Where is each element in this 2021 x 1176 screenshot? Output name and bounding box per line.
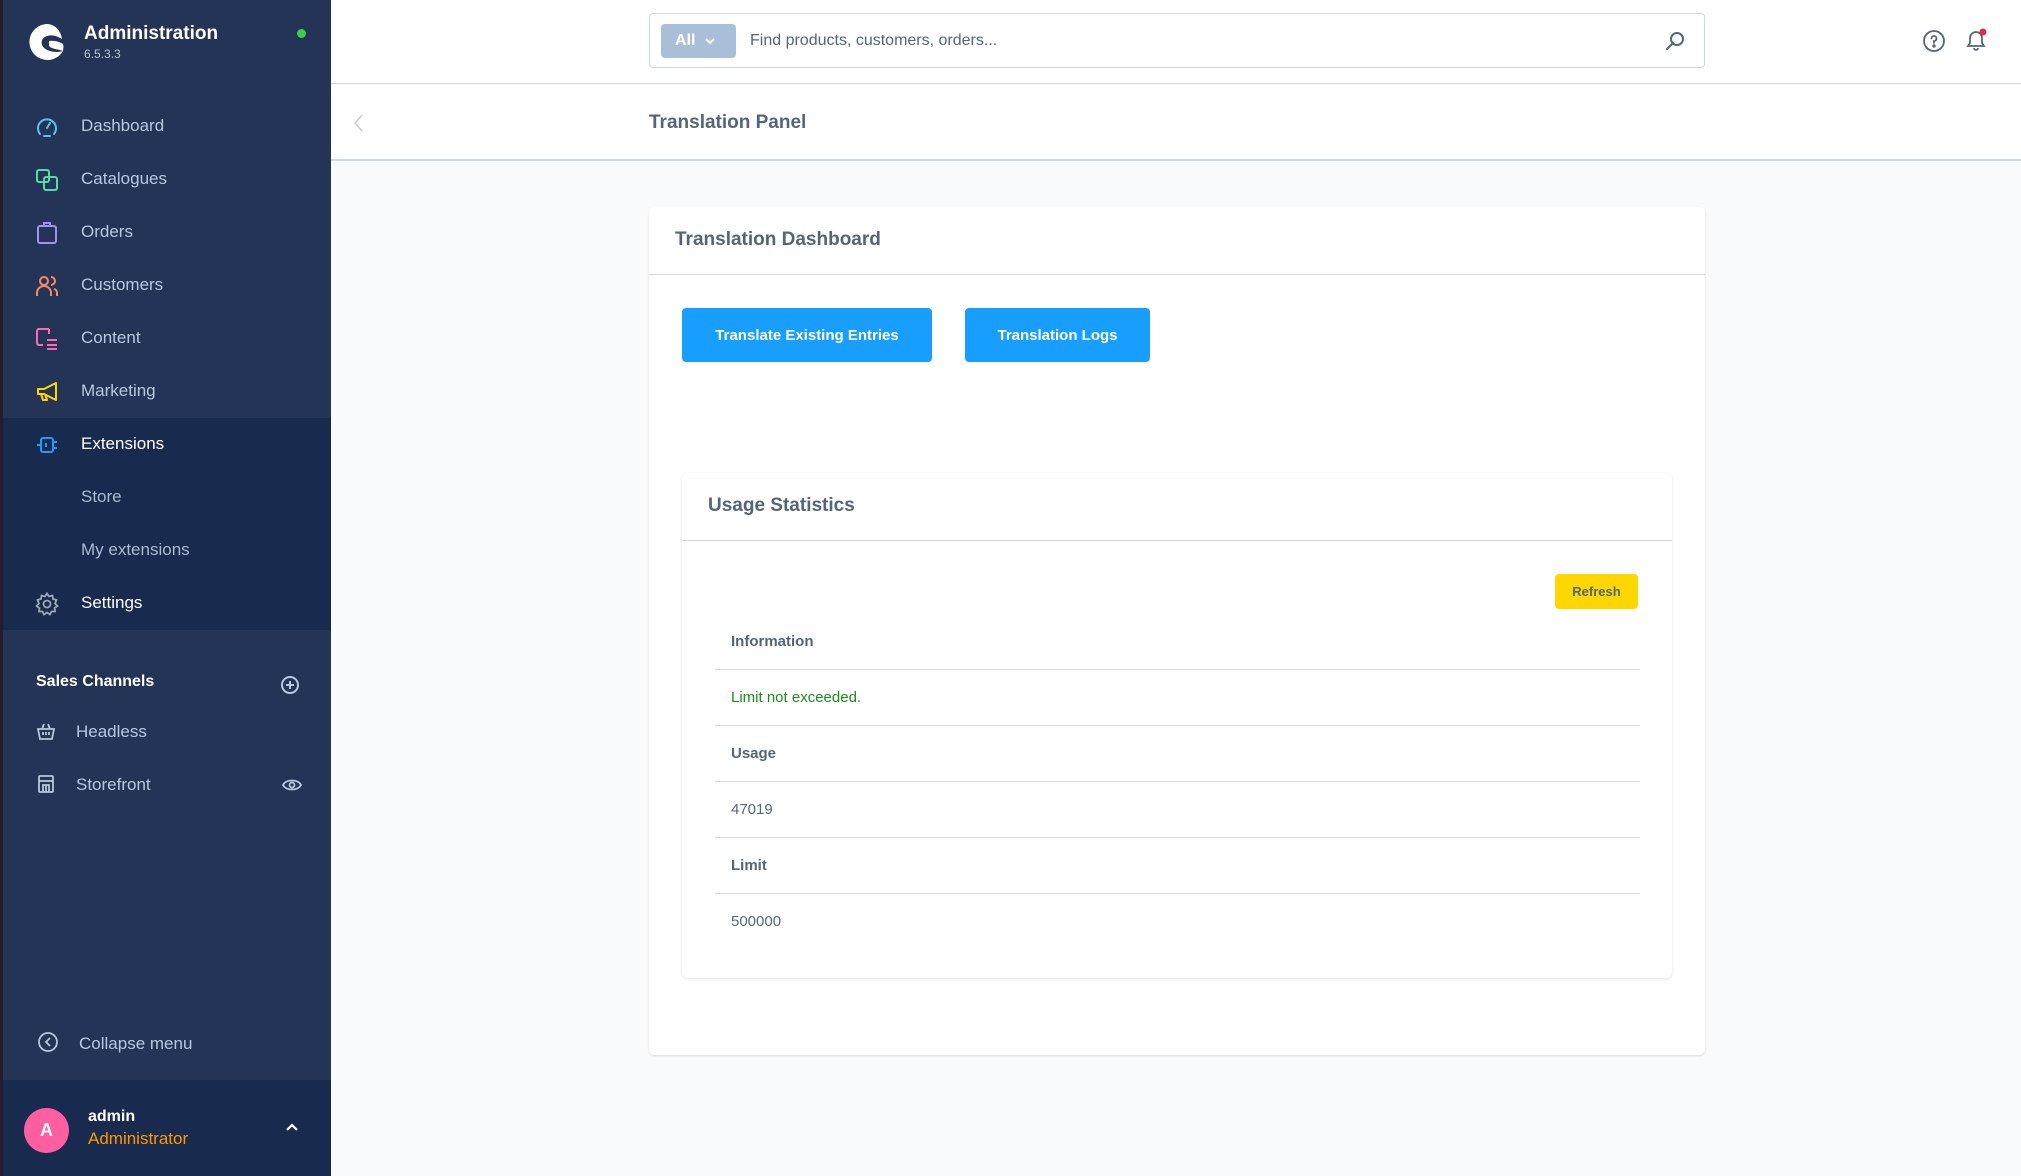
sidebar: Administration 6.5.3.3 Dashboard Catalog… <box>0 0 331 1176</box>
help-icon[interactable] <box>1922 29 1946 53</box>
sidebar-item-content[interactable]: Content <box>3 312 331 365</box>
sidebar-item-my-extensions[interactable]: My extensions <box>3 524 331 577</box>
extensions-icon <box>37 437 57 453</box>
stat-row: 47019 <box>715 782 1640 838</box>
eye-icon[interactable] <box>282 777 302 793</box>
sidebar-item-label: Orders <box>81 222 133 241</box>
translation-dashboard-card: Translation Dashboard Translate Existing… <box>649 207 1705 1055</box>
sidebar-item-dashboard[interactable]: Dashboard <box>3 100 331 153</box>
sales-channel-label: Headless <box>76 722 147 741</box>
page-title: Translation Panel <box>649 112 807 133</box>
stat-row: Information <box>715 614 1640 670</box>
card-header: Translation Dashboard <box>649 207 1705 275</box>
catalogues-icon <box>36 169 58 191</box>
main-nav: Dashboard Catalogues Orders Customers Co… <box>3 100 331 630</box>
notifications-bell-icon[interactable] <box>1963 27 1989 53</box>
search-icon[interactable] <box>1664 30 1686 52</box>
stat-row: 500000 <box>715 894 1640 950</box>
sales-channel-label: Storefront <box>76 775 151 794</box>
orders-icon <box>37 222 57 244</box>
chevron-left-circle-icon <box>38 1032 58 1052</box>
search-type-select[interactable]: All <box>661 24 736 58</box>
search-input[interactable] <box>750 26 1630 56</box>
usage-value: 47019 <box>731 801 773 818</box>
global-search: All <box>649 13 1705 68</box>
sidebar-item-label: Marketing <box>81 381 156 400</box>
dashboard-icon <box>37 118 57 137</box>
storefront-icon <box>38 775 54 793</box>
sidebar-item-label: My extensions <box>81 540 190 559</box>
sidebar-item-settings[interactable]: Settings <box>3 577 331 630</box>
user-name: admin <box>88 1108 136 1125</box>
sidebar-item-catalogues[interactable]: Catalogues <box>3 153 331 206</box>
status-indicator <box>297 29 306 38</box>
sidebar-item-label: Settings <box>81 593 143 612</box>
content-icon <box>36 328 57 350</box>
brand: Administration 6.5.3.3 <box>3 0 331 100</box>
translate-existing-entries-button[interactable]: Translate Existing Entries <box>682 308 932 362</box>
sidebar-item-marketing[interactable]: Marketing <box>3 365 331 418</box>
usage-card-title: Usage Statistics <box>708 495 855 516</box>
settings-icon <box>35 592 59 616</box>
chevron-down-icon <box>705 38 716 45</box>
customers-icon <box>36 276 58 296</box>
stat-row: Limit not exceeded. <box>715 670 1640 726</box>
chevron-up-icon[interactable] <box>285 1122 299 1132</box>
top-bar: All <box>331 0 2021 84</box>
sidebar-item-label: Content <box>81 328 141 347</box>
sidebar-item-store[interactable]: Store <box>3 471 331 524</box>
sidebar-item-extensions[interactable]: Extensions <box>3 418 331 471</box>
refresh-button[interactable]: Refresh <box>1555 574 1638 609</box>
user-role: Administrator <box>88 1129 189 1148</box>
limit-label: Limit <box>731 857 767 874</box>
collapse-menu-label: Collapse menu <box>79 1034 193 1053</box>
search-type-label: All <box>675 32 696 49</box>
sidebar-item-customers[interactable]: Customers <box>3 259 331 312</box>
usage-label: Usage <box>731 745 777 762</box>
avatar: A <box>24 1108 69 1153</box>
translation-logs-button[interactable]: Translation Logs <box>965 308 1150 362</box>
sidebar-item-orders[interactable]: Orders <box>3 206 331 259</box>
sales-channel-headless[interactable]: Headless <box>3 708 331 756</box>
sales-channel-storefront[interactable]: Storefront <box>3 761 331 809</box>
sidebar-item-label: Extensions <box>81 434 165 453</box>
shopware-logo-icon <box>29 24 64 60</box>
collapse-menu-button[interactable]: Collapse menu <box>3 1020 331 1066</box>
usage-statistics-card: Usage Statistics Refresh Information Lim… <box>682 473 1672 978</box>
basket-icon <box>36 723 56 740</box>
information-value: Limit not exceeded. <box>731 689 862 706</box>
limit-value: 500000 <box>731 913 782 930</box>
sidebar-item-label: Store <box>81 487 122 506</box>
sidebar-item-label: Customers <box>81 275 164 294</box>
smart-bar: Translation Panel <box>331 85 2021 161</box>
app-version: 6.5.3.3 <box>84 47 121 61</box>
usage-stats-list: Information Limit not exceeded. Usage 47… <box>715 614 1640 950</box>
sidebar-item-label: Dashboard <box>81 116 165 135</box>
user-panel[interactable]: A admin Administrator <box>3 1080 331 1176</box>
back-arrow-icon[interactable] <box>353 113 365 133</box>
sidebar-item-label: Catalogues <box>81 169 168 188</box>
marketing-icon <box>37 382 57 401</box>
stat-row: Usage <box>715 726 1640 782</box>
information-label: Information <box>731 633 814 650</box>
extensions-group: Extensions Store My extensions Settings <box>3 418 331 630</box>
app-title: Administration <box>84 23 219 44</box>
stat-row: Limit <box>715 838 1640 894</box>
usage-card-header: Usage Statistics <box>682 473 1672 541</box>
add-sales-channel-icon[interactable] <box>280 675 300 695</box>
sales-channels-heading: Sales Channels <box>36 673 155 690</box>
card-title: Translation Dashboard <box>675 229 881 250</box>
